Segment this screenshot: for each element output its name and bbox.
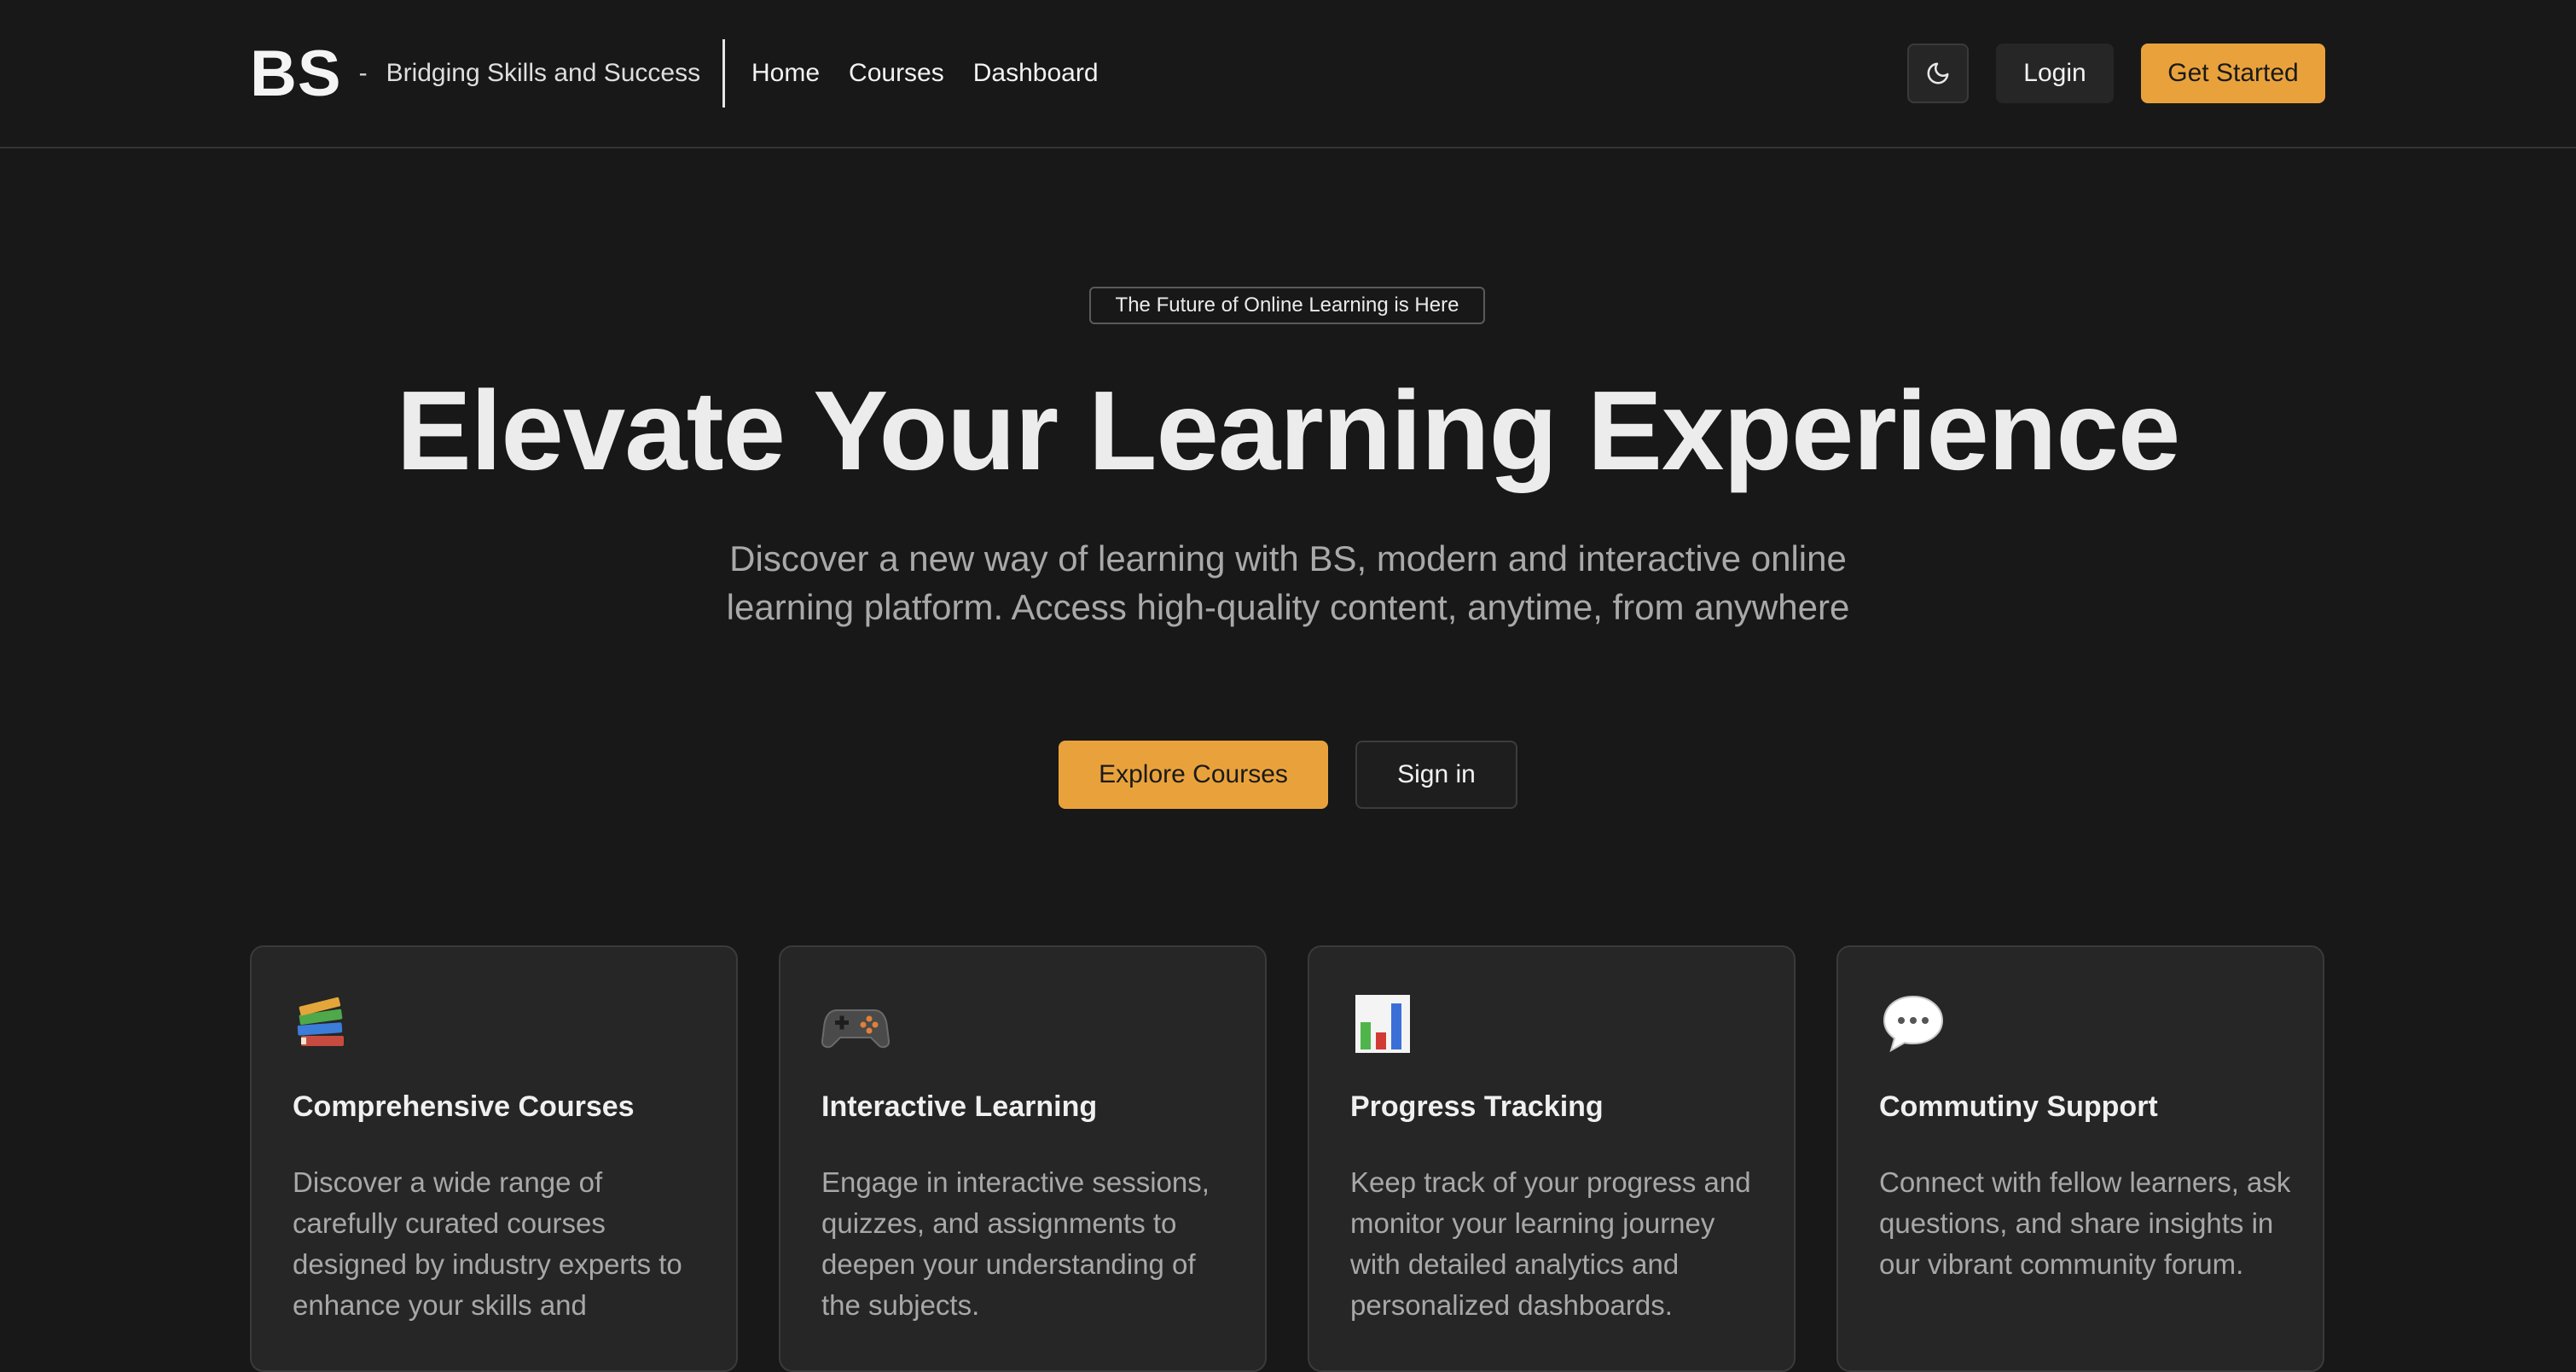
feature-description: Keep track of your progress and monitor … — [1350, 1166, 1751, 1321]
sign-in-button[interactable]: Sign in — [1355, 741, 1517, 809]
feature-card-courses: Comprehensive Courses Discover a wide ra… — [250, 945, 738, 1372]
gamepad-icon — [821, 1009, 890, 1049]
hero-title: Elevate Your Learning Experience — [396, 368, 2181, 493]
feature-title: Progress Tracking — [1350, 1090, 1604, 1123]
feature-card-progress: Progress Tracking Keep track of your pro… — [1308, 945, 1796, 1372]
moon-icon — [1927, 62, 1949, 84]
explore-courses-button[interactable]: Explore Courses — [1059, 741, 1328, 809]
feature-description: Engage in interactive sessions, quizzes,… — [821, 1166, 1210, 1321]
logo[interactable]: BS — [250, 37, 342, 111]
hero-badge: The Future of Online Learning is Here — [1089, 287, 1485, 324]
hero-subtitle-line-1: Discover a new way of learning with BS, … — [729, 538, 1847, 578]
nav-dashboard[interactable]: Dashboard — [973, 59, 1099, 88]
speech-bubble-icon — [1883, 995, 1944, 1053]
get-started-button[interactable]: Get Started — [2141, 44, 2325, 103]
feature-title: Commutiny Support — [1879, 1090, 2158, 1123]
feature-title: Comprehensive Courses — [293, 1090, 635, 1123]
nav-courses[interactable]: Courses — [849, 59, 944, 88]
theme-toggle-button[interactable] — [1907, 44, 1969, 103]
bar-chart-icon — [1355, 995, 1410, 1053]
brand-tagline: Bridging Skills and Success — [386, 59, 701, 87]
feature-description: Discover a wide range of carefully curat… — [293, 1166, 682, 1321]
feature-card-community: Commutiny Support Connect with fellow le… — [1836, 945, 2324, 1372]
nav-divider — [722, 39, 725, 108]
hero-subtitle: Discover a new way of learning with BS, … — [648, 534, 1928, 631]
login-button[interactable]: Login — [1996, 44, 2114, 103]
nav-home[interactable]: Home — [751, 59, 820, 88]
main-nav: Home Courses Dashboard — [751, 34, 1099, 113]
feature-title: Interactive Learning — [821, 1090, 1098, 1123]
feature-description: Connect with fellow learners, ask questi… — [1879, 1166, 2291, 1280]
brand[interactable]: BS - Bridging Skills and Success — [250, 34, 700, 113]
hero-subtitle-line-2: learning platform. Access high-quality c… — [726, 587, 1850, 627]
brand-separator: - — [358, 59, 368, 87]
feature-card-interactive: Interactive Learning Engage in interacti… — [779, 945, 1267, 1372]
top-navbar: BS - Bridging Skills and Success Home Co… — [0, 0, 2576, 148]
books-icon — [297, 997, 344, 1046]
